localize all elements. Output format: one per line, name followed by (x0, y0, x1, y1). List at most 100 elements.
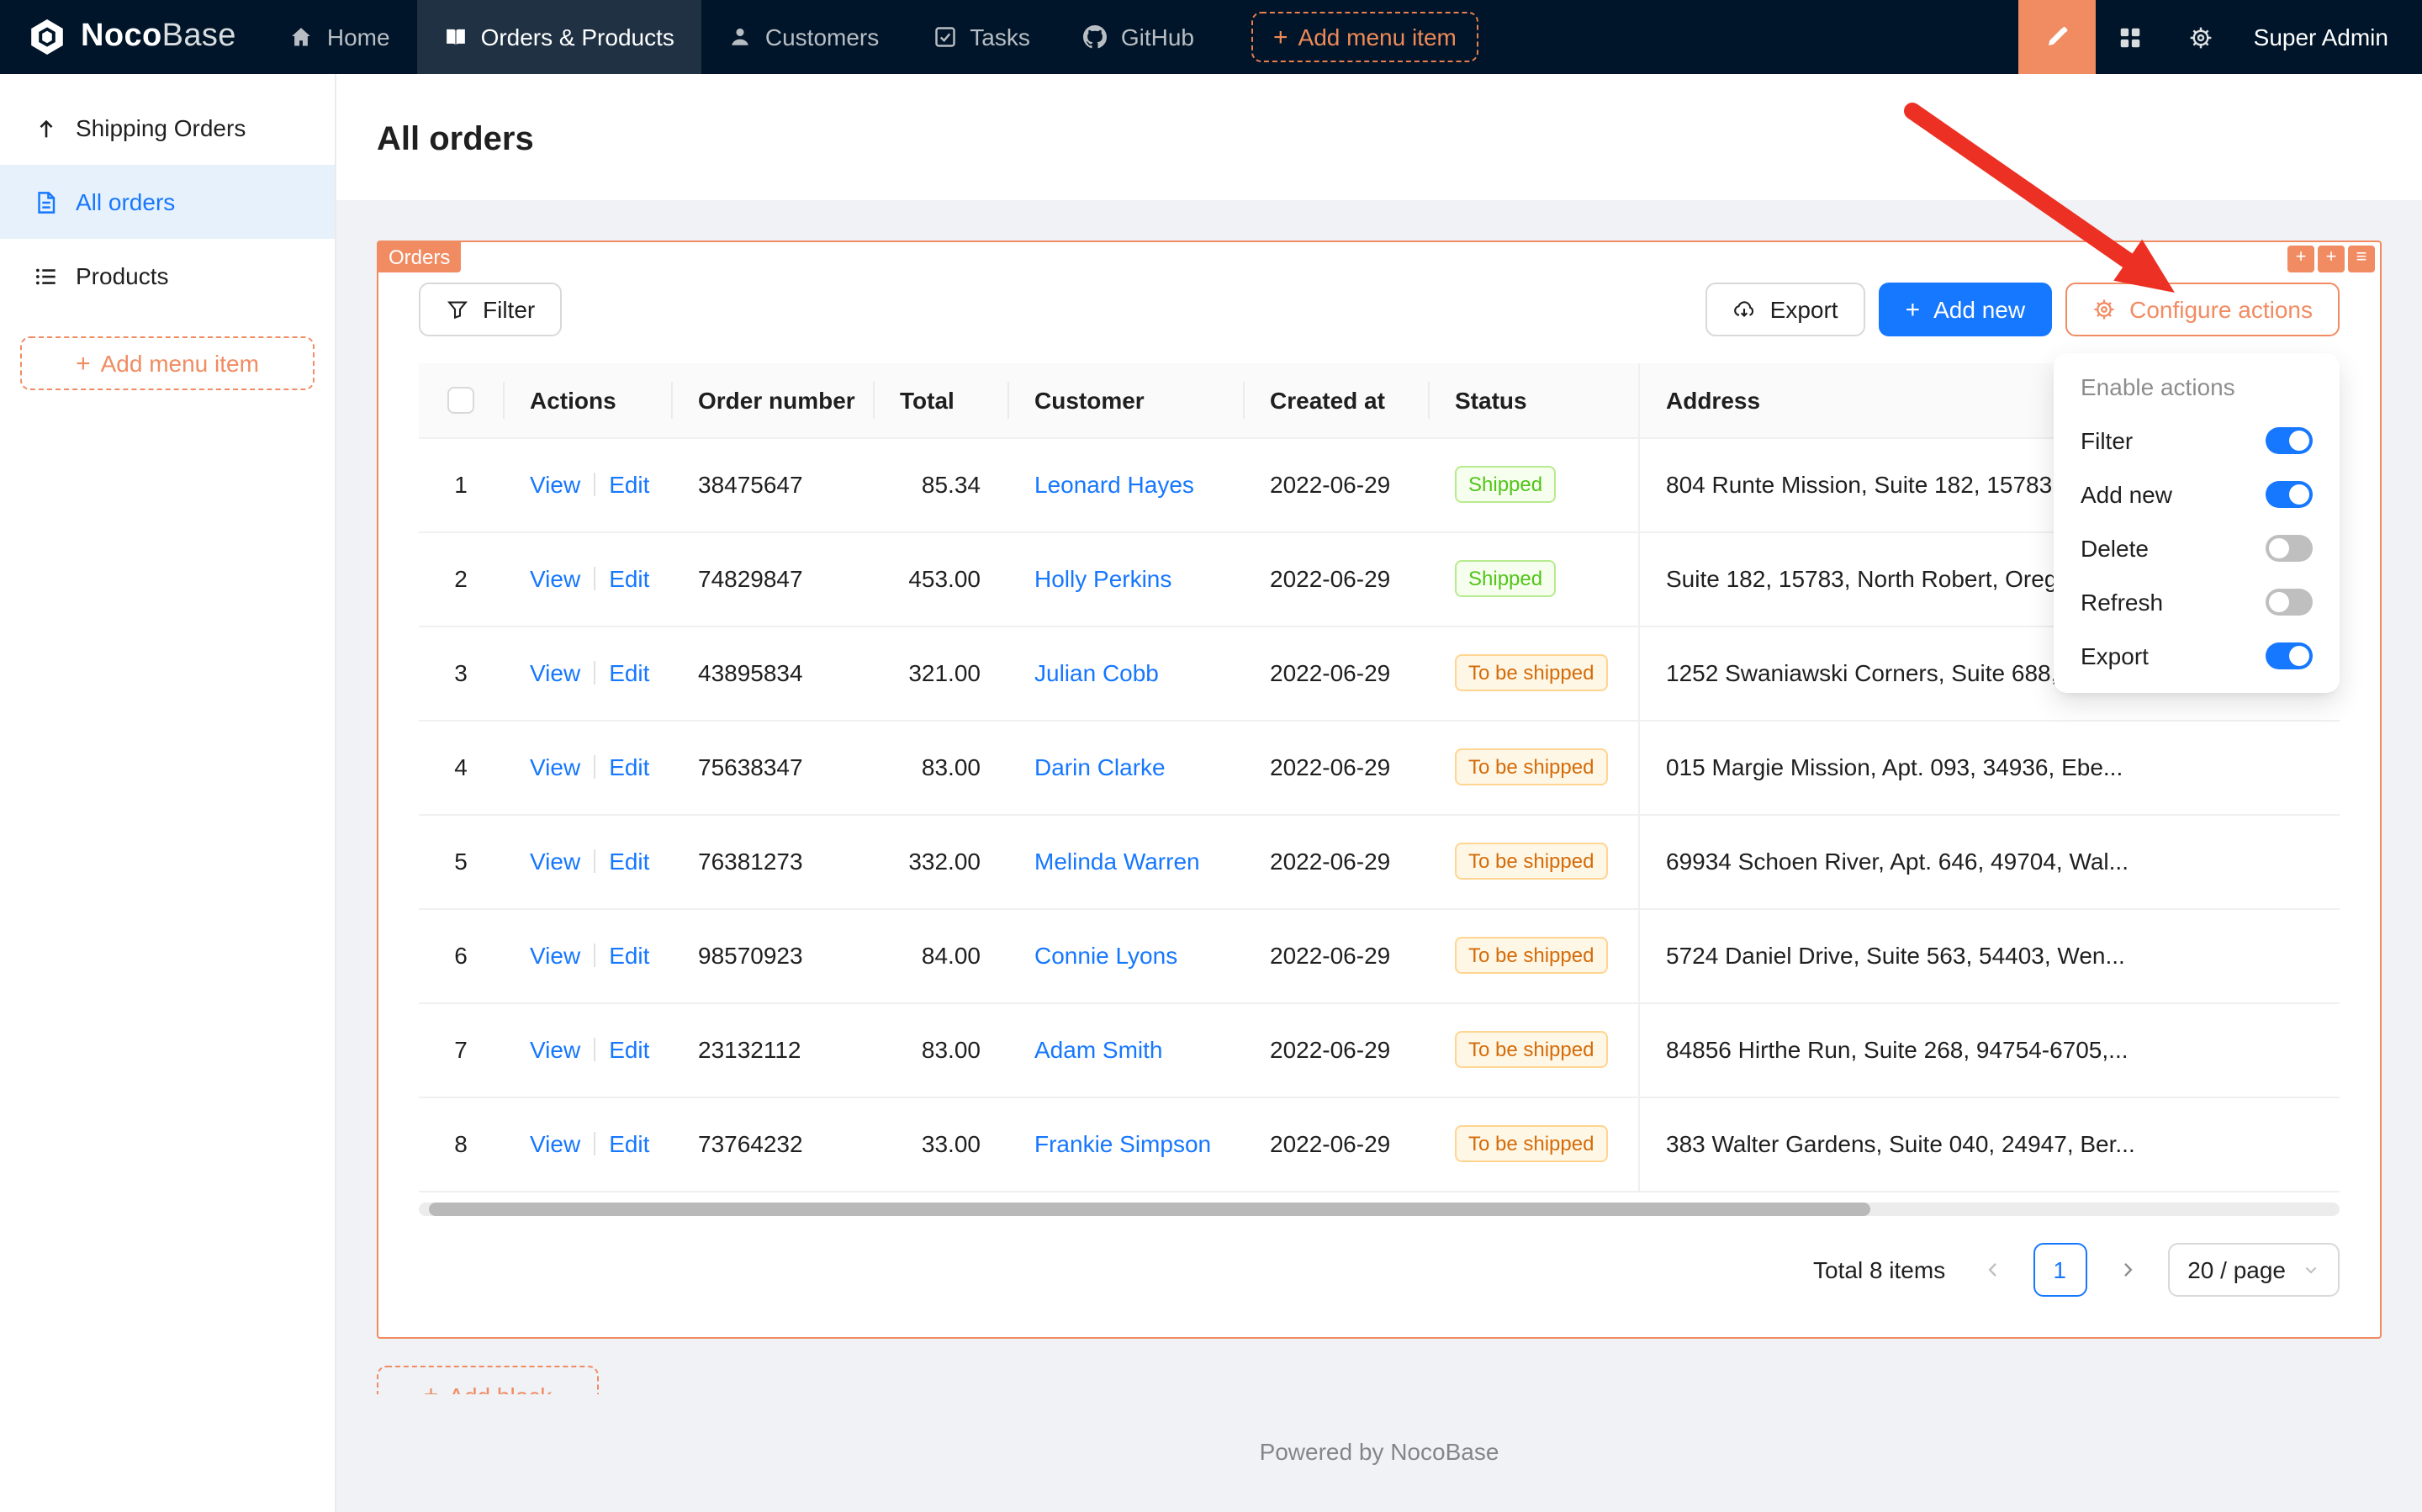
cell-created-at: 2022-06-29 (1243, 437, 1428, 531)
orders-block: Orders + + ≡ Filter (377, 241, 2382, 1338)
brand-name-bold: Noco (81, 19, 162, 54)
export-switch[interactable] (2266, 642, 2313, 669)
switch-knob (2289, 646, 2309, 666)
customer-link[interactable]: Leonard Hayes (1034, 471, 1194, 498)
sidebar-add-menu-item-button[interactable]: + Add menu item (20, 336, 315, 390)
cell-total: 332.00 (873, 814, 1007, 908)
row-index: 3 (419, 626, 503, 720)
sidebar-item-products[interactable]: Products (0, 239, 335, 313)
edit-link[interactable]: Edit (609, 753, 649, 780)
edit-link[interactable]: Edit (609, 1036, 649, 1063)
drag-handle-icon[interactable]: ≡ (2348, 246, 2375, 272)
add-new-switch[interactable] (2266, 481, 2313, 508)
user-menu[interactable]: Super Admin (2237, 0, 2422, 74)
toggle-refresh[interactable]: Refresh (2054, 575, 2340, 629)
plugins-button[interactable] (2096, 0, 2166, 74)
add-block-button[interactable]: + Add block (377, 1365, 599, 1393)
page-number-button[interactable]: 1 (2033, 1242, 2086, 1296)
add-new-button-label: Add new (1933, 296, 2025, 323)
edit-link[interactable]: Edit (609, 565, 649, 592)
scrollbar-thumb[interactable] (429, 1202, 1869, 1215)
cell-status: Shipped (1428, 531, 1638, 626)
customer-link[interactable]: Connie Lyons (1034, 942, 1177, 969)
export-button[interactable]: Export (1706, 283, 1865, 336)
cell-customer: Holly Perkins (1007, 531, 1243, 626)
nav-item-orders-products[interactable]: Orders & Products (417, 0, 701, 74)
horizontal-scrollbar[interactable] (419, 1202, 2340, 1215)
page-size-select[interactable]: 20 / page (2167, 1242, 2340, 1296)
view-link[interactable]: View (530, 565, 580, 592)
edit-link[interactable]: Edit (609, 1130, 649, 1157)
cell-address: 84856 Hirthe Run, Suite 268, 94754-6705,… (1638, 1002, 2340, 1097)
ui-editor-button[interactable] (2018, 0, 2096, 74)
nav-item-label: Customers (765, 24, 879, 50)
logo-icon (27, 17, 67, 57)
view-link[interactable]: View (530, 659, 580, 686)
view-link[interactable]: View (530, 471, 580, 498)
switch-knob (2289, 431, 2309, 451)
cell-status: To be shipped (1428, 1097, 1638, 1191)
brand-name-light: Base (162, 19, 236, 54)
plus-icon: + (76, 351, 91, 376)
edit-link[interactable]: Edit (609, 942, 649, 969)
view-link[interactable]: View (530, 753, 580, 780)
customer-link[interactable]: Adam Smith (1034, 1036, 1163, 1063)
settings-button[interactable] (2166, 0, 2237, 74)
edit-link[interactable]: Edit (609, 659, 649, 686)
toggle-export[interactable]: Export (2054, 629, 2340, 683)
block-corner-toolbar: + + ≡ (2287, 246, 2375, 272)
table-row: 6 ViewEdit 98570923 84.00 Connie Lyons 2… (419, 908, 2340, 1002)
cell-actions: View Edit (503, 437, 671, 531)
delete-switch[interactable] (2266, 535, 2313, 562)
edit-link[interactable]: Edit (609, 471, 649, 498)
configure-actions-button[interactable]: Configure actions (2065, 283, 2340, 336)
toggle-add-new[interactable]: Add new (2054, 468, 2340, 521)
cell-status: To be shipped (1428, 908, 1638, 1002)
filter-switch[interactable] (2266, 427, 2313, 454)
nav-item-github[interactable]: GitHub (1057, 0, 1221, 74)
sidebar-add-menu-item-label: Add menu item (101, 350, 259, 377)
add-action-icon[interactable]: + (2318, 246, 2345, 272)
toggle-filter[interactable]: Filter (2054, 414, 2340, 468)
document-icon (34, 189, 59, 214)
add-new-button[interactable]: + Add new (1879, 283, 2053, 336)
cell-total: 83.00 (873, 720, 1007, 814)
select-all-checkbox[interactable] (447, 388, 474, 415)
view-link[interactable]: View (530, 848, 580, 875)
sidebar-item-shipping-orders[interactable]: Shipping Orders (0, 91, 335, 165)
add-field-icon[interactable]: + (2287, 246, 2314, 272)
customer-link[interactable]: Holly Perkins (1034, 565, 1171, 592)
cell-total: 85.34 (873, 437, 1007, 531)
cell-address: 015 Margie Mission, Apt. 093, 34936, Ebe… (1638, 720, 2340, 814)
nav-item-tasks[interactable]: Tasks (906, 0, 1057, 74)
nav-add-menu-item-button[interactable]: + Add menu item (1251, 12, 1478, 62)
customer-link[interactable]: Melinda Warren (1034, 848, 1200, 875)
divider (594, 661, 595, 685)
enable-actions-dropdown: Enable actions Filter Add new Delete (2054, 353, 2340, 693)
view-link[interactable]: View (530, 1036, 580, 1063)
customer-link[interactable]: Julian Cobb (1034, 659, 1159, 686)
nav-item-home[interactable]: Home (263, 0, 417, 74)
cell-actions: View Edit (503, 814, 671, 908)
next-page-button[interactable] (2100, 1242, 2154, 1296)
sidebar-item-all-orders[interactable]: All orders (0, 165, 335, 239)
cell-total: 33.00 (873, 1097, 1007, 1191)
table-row: 8 ViewEdit 73764232 33.00 Frankie Simpso… (419, 1097, 2340, 1191)
customer-link[interactable]: Darin Clarke (1034, 753, 1166, 780)
table-row: 1 ViewEdit 38475647 85.34 Leonard Hayes … (419, 437, 2340, 531)
prev-page-button[interactable] (1965, 1242, 2019, 1296)
nocobase-logo[interactable]: NocoBase (0, 17, 263, 57)
filter-button[interactable]: Filter (419, 283, 562, 336)
row-index: 2 (419, 531, 503, 626)
row-index: 5 (419, 814, 503, 908)
view-link[interactable]: View (530, 1130, 580, 1157)
edit-link[interactable]: Edit (609, 848, 649, 875)
customer-link[interactable]: Frankie Simpson (1034, 1130, 1211, 1157)
view-link[interactable]: View (530, 942, 580, 969)
switch-knob (2269, 538, 2289, 558)
toggle-delete[interactable]: Delete (2054, 521, 2340, 575)
cell-address: 5724 Daniel Drive, Suite 563, 54403, Wen… (1638, 908, 2340, 1002)
refresh-switch[interactable] (2266, 589, 2313, 616)
nav-item-customers[interactable]: Customers (701, 0, 906, 74)
cell-customer: Melinda Warren (1007, 814, 1243, 908)
